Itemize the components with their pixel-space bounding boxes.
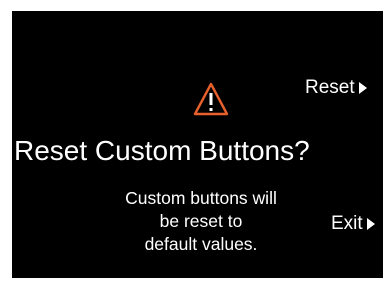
exit-label: Exit [331,213,363,234]
message-line: Custom buttons will [125,188,277,208]
exit-button[interactable]: Exit [331,214,375,233]
dialog-title: Reset Custom Buttons? [14,135,310,166]
right-arrow-icon [366,217,375,230]
reset-label: Reset [305,77,355,98]
dialog-message: Custom buttons will be reset to default … [86,187,316,256]
reset-button[interactable]: Reset [305,78,367,97]
message-line: be reset to [159,211,243,231]
message-line: default values. [144,234,258,254]
camera-dialog-screen: Reset Reset Custom Buttons? Custom butto… [12,11,383,278]
warning-icon [193,82,229,116]
right-arrow-icon [358,81,367,94]
